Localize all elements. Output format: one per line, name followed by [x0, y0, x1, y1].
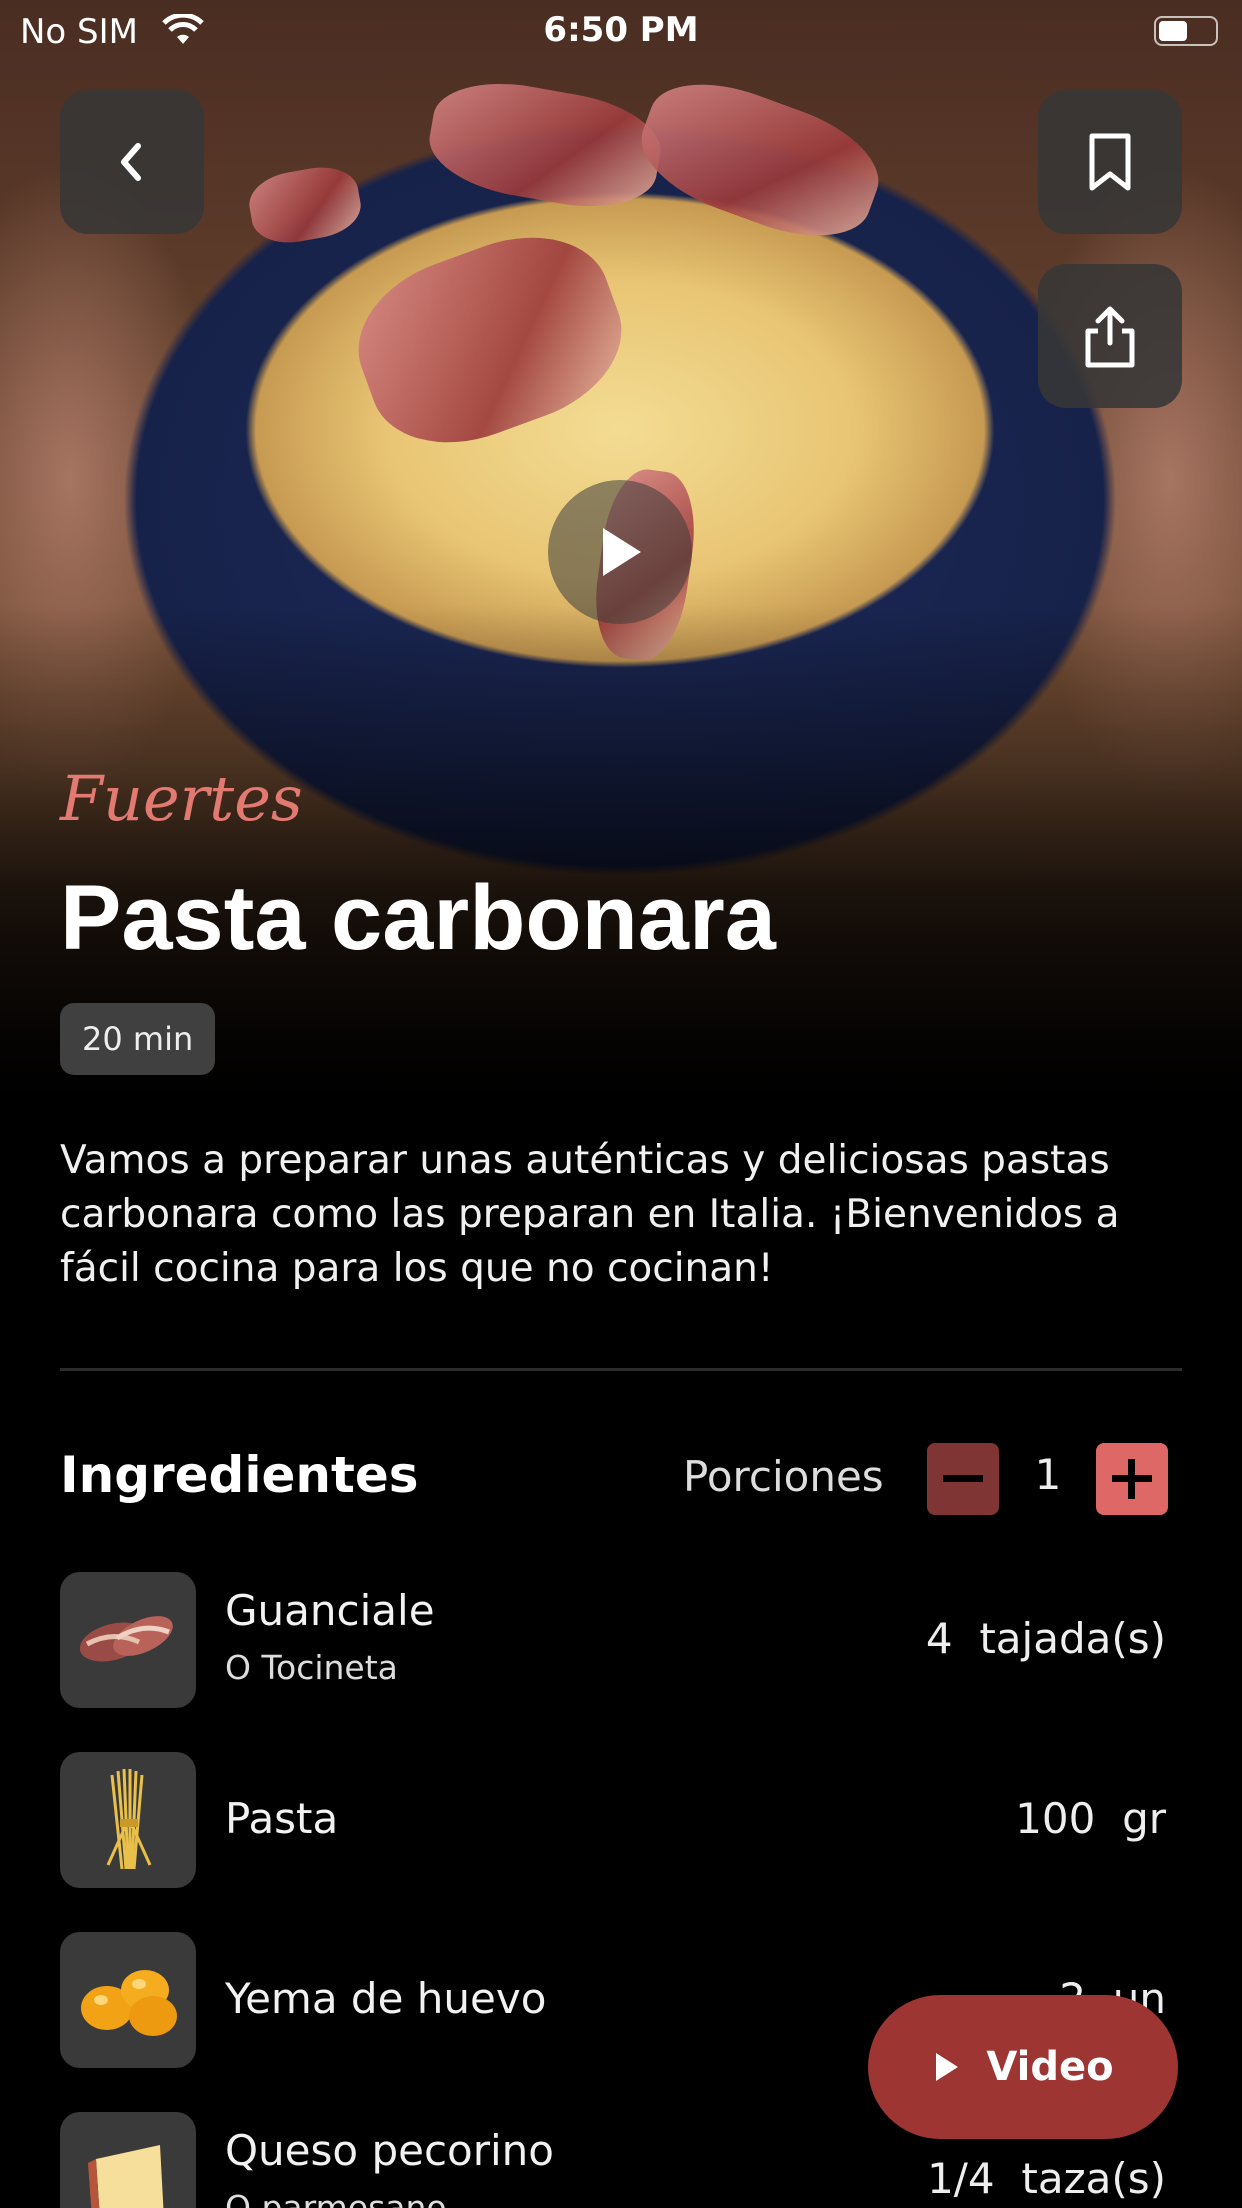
video-button[interactable]: Video	[868, 1995, 1178, 2139]
bookmark-icon	[1089, 133, 1131, 191]
ingredient-quantity: 1/4 taza(s)	[927, 2154, 1166, 2203]
ingredient-quantity: 4 tajada(s)	[925, 1614, 1166, 1663]
ingredient-name: Yema de huevo	[225, 1974, 547, 2023]
share-button[interactable]	[1038, 264, 1182, 408]
spaghetti-icon	[60, 1752, 196, 1888]
clock: 6:50 PM	[543, 10, 699, 50]
video-button-label: Video	[986, 2044, 1114, 2090]
recipe-title: Pasta carbonara	[60, 867, 776, 969]
ingredient-name: Guanciale	[225, 1586, 435, 1635]
play-icon	[936, 2053, 959, 2081]
divider	[60, 1368, 1182, 1371]
play-icon	[603, 528, 641, 576]
ingredient-name: Pasta	[225, 1794, 339, 1843]
play-video-button[interactable]	[548, 480, 692, 624]
plus-icon	[1112, 1459, 1152, 1499]
cheese-icon	[60, 2112, 196, 2208]
time-badge: 20 min	[60, 1003, 216, 1075]
decrease-portions-button[interactable]	[927, 1443, 999, 1515]
chevron-left-icon	[121, 143, 141, 181]
ingredients-title: Ingredientes	[60, 1446, 419, 1504]
share-icon	[1085, 306, 1135, 368]
ingredient-quantity: 100 gr	[1015, 1794, 1166, 1843]
ingredient-row[interactable]: Guanciale O Tocineta 4 tajada(s)	[60, 1572, 1182, 1708]
ingredient-note: O parmesano	[225, 2188, 447, 2208]
recipe-description: Vamos a preparar unas auténticas y delic…	[60, 1138, 1120, 1291]
back-button[interactable]	[60, 90, 204, 234]
ingredient-note: O Tocineta	[225, 1648, 398, 1687]
portions-label: Porciones	[683, 1452, 884, 1501]
portions-value: 1	[1034, 1450, 1062, 1499]
bacon-icon	[60, 1572, 196, 1708]
egg-yolk-icon	[60, 1932, 196, 2068]
recipe-category: Fuertes	[60, 762, 303, 835]
battery-icon	[1154, 16, 1218, 46]
status-bar: No SIM 6:50 PM	[0, 0, 1242, 60]
ingredient-row[interactable]: Pasta 100 gr	[60, 1752, 1182, 1888]
increase-portions-button[interactable]	[1096, 1443, 1168, 1515]
minus-icon	[943, 1475, 983, 1482]
bookmark-button[interactable]	[1038, 90, 1182, 234]
ingredient-name: Queso pecorino	[225, 2126, 554, 2175]
